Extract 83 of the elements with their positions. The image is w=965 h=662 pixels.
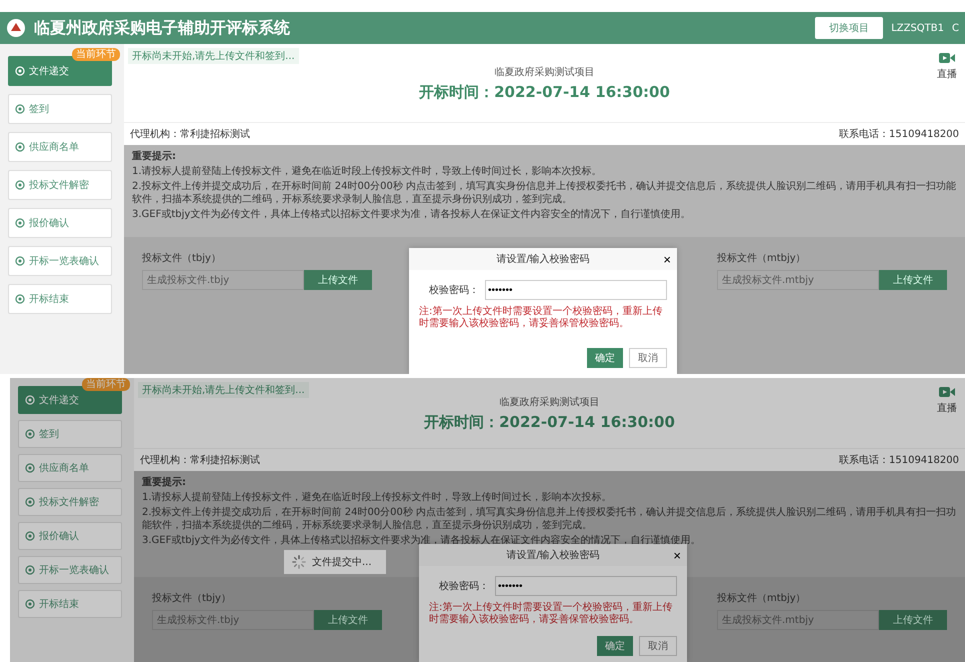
sidebar-item[interactable]: 开标一览表确认: [18, 556, 122, 584]
upload-button[interactable]: 上传文件: [879, 610, 947, 630]
header-text: C: [952, 22, 959, 34]
notice-tag: 开标尚未开始,请先上传文件和签到...: [138, 382, 309, 398]
step-icon: [25, 531, 35, 541]
tip-text: 2.投标文件上传并提交成功后，在开标时间前 24时00分00秒 内点击签到，填写真实身份信息并上传授权委托书，确认并提交信息后，系统提供人脸识别二维码，请用手机具有扫一扫功能软件，扫描本系统提供的二维码，开标系统要求录制人脸信息，直至提示身份识别成功，签到完成。: [132, 180, 957, 206]
file-label: 投标文件（tbjy）: [152, 592, 232, 605]
sidebar-item[interactable]: 报价确认: [8, 208, 112, 238]
file-name-field[interactable]: 生成投标文件.tbjy: [152, 610, 314, 630]
spinner-icon: [292, 555, 306, 569]
tip-text: 3.GEF或tbjy文件为必传文件，具体上传格式以招标文件要求为准，请各投标人在保证文件内容安全的情况下，自行谨慎使用。: [142, 534, 702, 547]
user-name[interactable]: LZZSQTB1: [891, 22, 944, 34]
video-camera-icon[interactable]: [939, 52, 955, 64]
step-icon: [25, 565, 35, 575]
file-name-field[interactable]: 生成投标文件.tbjy: [142, 270, 304, 290]
step-icon: [15, 66, 25, 76]
live-label[interactable]: 直播: [937, 67, 957, 81]
password-field[interactable]: •••••••: [485, 280, 667, 300]
close-button[interactable]: ×: [673, 548, 681, 562]
loading-text: 文件提交中...: [312, 556, 372, 569]
file-name-field[interactable]: 生成投标文件.mtbjy: [717, 270, 879, 290]
step-icon: [25, 395, 35, 405]
cancel-button[interactable]: 取消: [629, 348, 667, 368]
sidebar-item[interactable]: 开标一览表确认: [8, 246, 112, 276]
step-icon: [25, 429, 35, 439]
tip-text: 1.请投标人提前登陆上传投标文件，避免在临近时段上传投标文件时，导致上传时间过长，影响本次投标。: [142, 491, 613, 504]
file-label: 投标文件（mtbjy）: [717, 252, 807, 265]
sidebar-item[interactable]: 供应商名单: [18, 454, 122, 482]
confirm-button[interactable]: 确定: [597, 636, 633, 656]
field-label: 校验密码：: [439, 580, 489, 593]
step-icon: [15, 104, 25, 114]
step-icon: [25, 599, 35, 609]
password-note: 注:第一次上传文件时需要设置一个校验密码，重新上传时需要输入该校验密码，请妥善保管校验密码。: [429, 602, 674, 626]
dialog-title: 请设置/输入校验密码: [496, 252, 590, 266]
notice-tag: 开标尚未开始,请先上传文件和签到...: [128, 48, 299, 64]
dialog-title: 请设置/输入校验密码: [506, 548, 600, 562]
sidebar-item[interactable]: 开标结束: [8, 284, 112, 314]
current-step-badge: 当前环节: [82, 378, 130, 391]
tip-text: 2.投标文件上传并提交成功后，在开标时间前 24时00分00秒 内点击签到，填写真实身份信息并上传授权委托书，确认并提交信息后，系统提供人脸识别二维码，请用手机具有扫一扫功能软件，扫描本系统提供的二维码，开标系统要求录制人脸信息，直至提示身份识别成功，签到完成。: [142, 506, 957, 532]
password-field[interactable]: •••••••: [495, 576, 677, 596]
tips-title: 重要提示:: [142, 476, 187, 489]
project-name: 临夏政府采购测试项目: [494, 66, 594, 78]
emblem-icon: [6, 18, 26, 38]
tip-text: 3.GEF或tbjy文件为必传文件，具体上传格式以招标文件要求为准，请各投标人在保证文件内容安全的情况下，自行谨慎使用。: [132, 208, 692, 221]
close-button[interactable]: ×: [663, 252, 671, 266]
sidebar-item[interactable]: 供应商名单: [8, 132, 112, 162]
sidebar-item[interactable]: 开标结束: [18, 590, 122, 618]
file-label: 投标文件（tbjy）: [142, 252, 222, 265]
sidebar-item[interactable]: 报价确认: [18, 522, 122, 550]
tip-text: 1.请投标人提前登陆上传投标文件，避免在临近时段上传投标文件时，导致上传时间过长，影响本次投标。: [132, 165, 603, 178]
password-note: 注:第一次上传文件时需要设置一个校验密码，重新上传时需要输入该校验密码，请妥善保管校验密码。: [419, 306, 664, 330]
sidebar-item[interactable]: 签到: [8, 94, 112, 124]
step-icon: [25, 463, 35, 473]
step-icon: [15, 294, 25, 304]
video-camera-icon[interactable]: [939, 386, 955, 398]
tips-title: 重要提示:: [132, 150, 177, 163]
sidebar-item[interactable]: 投标文件解密: [8, 170, 112, 200]
switch-project-button[interactable]: 切换项目: [815, 17, 884, 39]
agency-text: 代理机构：常利捷招标测试: [130, 128, 250, 141]
project-name: 临夏政府采购测试项目: [500, 396, 600, 408]
field-label: 校验密码：: [429, 284, 479, 297]
upload-button[interactable]: 上传文件: [314, 610, 382, 630]
upload-button[interactable]: 上传文件: [879, 270, 947, 290]
step-icon: [15, 256, 25, 266]
file-label: 投标文件（mtbjy）: [717, 592, 807, 605]
phone-text: 联系电话：15109418200: [839, 454, 959, 467]
file-name-field[interactable]: 生成投标文件.mtbjy: [717, 610, 879, 630]
app-title: 临夏州政府采购电子辅助开评标系统: [34, 18, 290, 38]
agency-text: 代理机构：常利捷招标测试: [140, 454, 260, 467]
opening-time: 开标时间：2022-07-14 16:30:00: [424, 412, 675, 432]
current-step-badge: 当前环节: [72, 48, 120, 61]
step-icon: [15, 218, 25, 228]
sidebar-item[interactable]: 投标文件解密: [18, 488, 122, 516]
cancel-button[interactable]: 取消: [639, 636, 677, 656]
step-icon: [15, 142, 25, 152]
upload-button[interactable]: 上传文件: [304, 270, 372, 290]
live-label[interactable]: 直播: [937, 401, 957, 415]
phone-text: 联系电话：15109418200: [839, 128, 959, 141]
step-icon: [15, 180, 25, 190]
step-icon: [25, 497, 35, 507]
opening-time: 开标时间：2022-07-14 16:30:00: [419, 82, 670, 102]
sidebar-item[interactable]: 签到: [18, 420, 122, 448]
confirm-button[interactable]: 确定: [587, 348, 623, 368]
